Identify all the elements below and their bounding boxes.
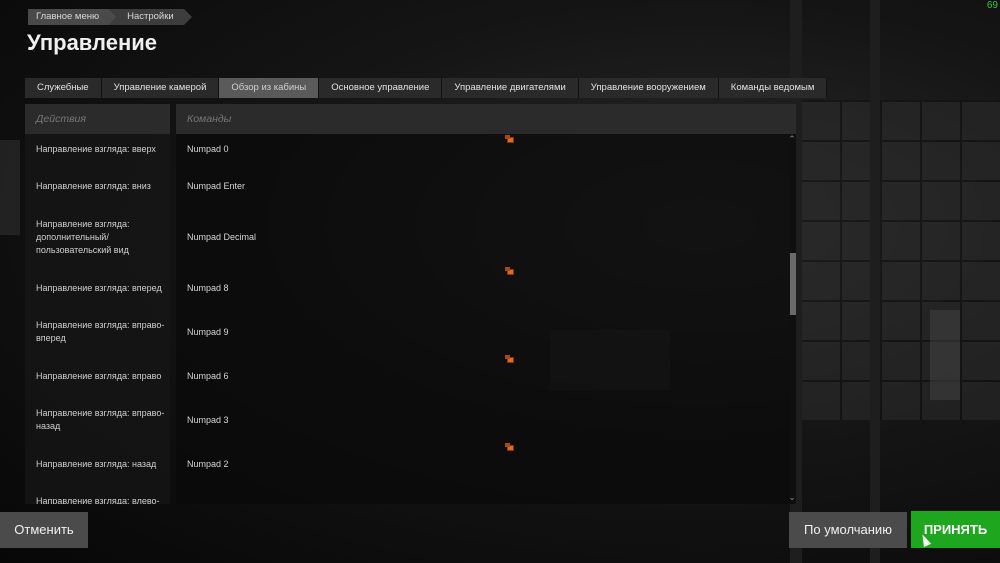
command-label: Numpad 3 <box>187 415 229 425</box>
command-cell[interactable]: Numpad 8 <box>176 266 796 310</box>
tab-5[interactable]: Управление вооружением <box>578 78 719 98</box>
scroll-down-arrow-icon[interactable]: ⌄ <box>788 492 796 502</box>
action-cell: Направление взгляда: вправо <box>25 354 170 398</box>
binding-conflict-icon <box>505 355 514 363</box>
action-cell: Направление взгляда: назад <box>25 442 170 486</box>
binding-conflict-icon <box>505 135 514 143</box>
command-cell[interactable]: Numpad 9 <box>176 310 796 354</box>
command-label: Numpad 6 <box>187 371 229 381</box>
tab-1[interactable]: Управление камерой <box>101 78 220 98</box>
command-cell[interactable] <box>176 486 796 504</box>
tab-bar: Служебные Управление камерой Обзор из каби… <box>25 78 828 98</box>
command-cell[interactable]: Numpad 3 <box>176 398 796 442</box>
command-cell[interactable]: Numpad 0 <box>176 134 796 164</box>
table-row[interactable]: Направление взгляда: назад Numpad 2 <box>25 442 796 486</box>
tab-3[interactable]: Основное управление <box>319 78 443 98</box>
breadcrumb-settings[interactable]: Настройки <box>109 9 192 25</box>
binding-conflict-icon <box>505 443 514 451</box>
table-row[interactable]: Направление взгляда: вниз Numpad Enter <box>25 164 796 208</box>
default-button[interactable]: По умолчанию <box>789 512 907 548</box>
command-label: Numpad 8 <box>187 283 229 293</box>
table-row[interactable]: Направление взгляда: вправо-назад Numpad … <box>25 398 796 442</box>
tab-2[interactable]: Обзор из кабины <box>219 78 320 98</box>
tab-4[interactable]: Управление двигателями <box>442 78 579 98</box>
table-row[interactable]: Направление взгляда: дополнительный/поль… <box>25 208 796 266</box>
command-label: Numpad 0 <box>187 144 229 154</box>
table-row[interactable]: Направление взгляда: вверх Numpad 0 <box>25 134 796 164</box>
table-row[interactable]: Направление взгляда: вперед Numpad 8 <box>25 266 796 310</box>
command-cell[interactable]: Numpad Enter <box>176 164 796 208</box>
command-cell[interactable]: Numpad 2 <box>176 442 796 486</box>
header-commands: Команды <box>176 104 796 134</box>
command-label: Numpad Decimal <box>187 232 257 242</box>
tab-0[interactable]: Служебные <box>25 78 102 98</box>
command-label: Numpad 2 <box>187 459 229 469</box>
header-actions: Действия <box>25 104 170 134</box>
breadcrumb-main-menu[interactable]: Главное меню <box>28 9 118 25</box>
action-cell: Направление взгляда: влево- <box>25 486 170 504</box>
table-scrollbar[interactable]: ⌃ ⌄ <box>788 134 796 502</box>
command-cell[interactable]: Numpad Decimal <box>176 208 796 266</box>
table-header: Действия Команды <box>25 104 796 134</box>
action-cell: Направление взгляда: вперед <box>25 266 170 310</box>
table-body: Направление взгляда: вверх Numpad 0 Направ… <box>25 134 796 504</box>
breadcrumb: Главное меню Настройки <box>28 9 192 25</box>
binding-conflict-icon <box>505 267 514 275</box>
command-cell[interactable]: Numpad 6 <box>176 354 796 398</box>
cancel-button[interactable]: Отменить <box>0 512 88 548</box>
action-cell: Направление взгляда: вверх <box>25 134 170 164</box>
page-title: Управление <box>27 30 158 55</box>
action-cell: Направление взгляда: вниз <box>25 164 170 208</box>
fps-counter: 69 <box>986 0 998 11</box>
action-cell: Направление взгляда: дополнительный/поль… <box>25 208 170 266</box>
keybinding-table: Действия Команды Направление взгляда: вв… <box>25 104 796 504</box>
table-row[interactable]: Направление взгляда: вправо-вперед Numpad… <box>25 310 796 354</box>
scroll-thumb[interactable] <box>790 253 796 316</box>
tab-6[interactable]: Команды ведомым <box>718 78 828 98</box>
table-row[interactable]: Направление взгляда: влево- <box>25 486 796 504</box>
action-cell: Направление взгляда: вправо-вперед <box>25 310 170 354</box>
scroll-up-arrow-icon[interactable]: ⌃ <box>788 134 796 144</box>
table-row[interactable]: Направление взгляда: вправо Numpad 6 <box>25 354 796 398</box>
command-label: Numpad Enter <box>187 181 246 191</box>
command-label: Numpad 9 <box>187 327 229 337</box>
action-cell: Направление взгляда: вправо-назад <box>25 398 170 442</box>
scroll-track[interactable] <box>790 146 796 490</box>
